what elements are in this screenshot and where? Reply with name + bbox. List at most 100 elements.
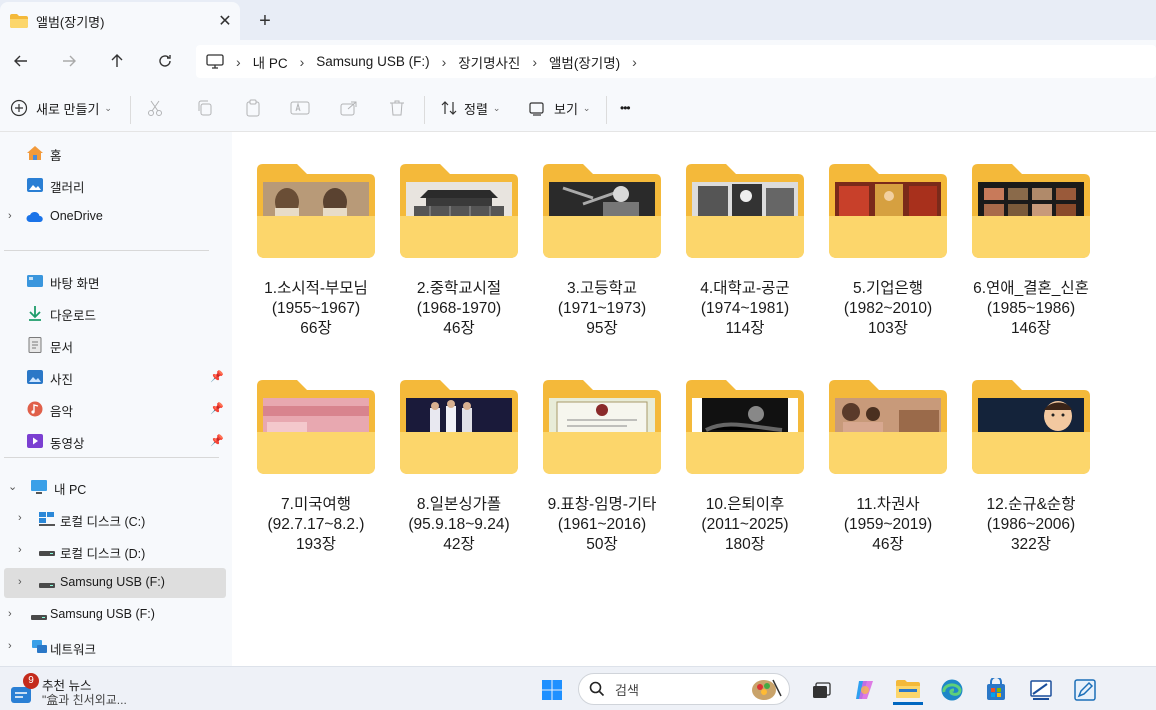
sidebar-item-pictures[interactable]: 사진 📌 xyxy=(4,362,226,392)
folder-item[interactable]: 12.순규&순항 (1986~2006) 322장 xyxy=(960,380,1102,570)
chevron-right-icon[interactable]: › xyxy=(18,512,30,526)
chevron-down-icon: ⌄ xyxy=(104,102,112,113)
paste-button[interactable] xyxy=(244,96,262,120)
folder-count: 146장 xyxy=(1010,320,1052,337)
news-widget[interactable]: 9 추천 뉴스 "盒과 친서외교... xyxy=(8,673,158,707)
video-icon xyxy=(27,434,43,448)
folder-item[interactable]: 8.일본싱가폴 (95.9.18~9.24) 42장 xyxy=(388,380,530,570)
folder-item[interactable]: 3.고등학교 (1971~1973) 95장 xyxy=(531,164,673,354)
folder-name: 3.고등학교 (1971~1973) 95장 xyxy=(531,279,673,339)
edge-button[interactable] xyxy=(937,675,967,705)
breadcrumb-this-pc[interactable]: 내 PC xyxy=(253,52,288,72)
chevron-right-icon[interactable]: › xyxy=(18,544,30,558)
cut-button[interactable] xyxy=(146,96,164,120)
chevron-right-icon[interactable]: › xyxy=(632,54,637,70)
folder-item[interactable]: 10.은퇴이후 (2011~2025) 180장 xyxy=(674,380,816,570)
back-button[interactable] xyxy=(6,48,36,74)
folder-item[interactable]: 2.중학교시절 (1968-1970) 46장 xyxy=(388,164,530,354)
drive-icon xyxy=(39,551,55,556)
chevron-right-icon[interactable]: › xyxy=(18,576,30,590)
folder-title: 4.대학교-공군 xyxy=(700,280,790,297)
tab-album[interactable]: 앨범(장기명) ✕ xyxy=(0,2,240,40)
folder-item[interactable]: 9.표창-임명-기타 (1961~2016) 50장 xyxy=(531,380,673,570)
clipboard-icon xyxy=(246,99,260,117)
chevron-right-icon[interactable]: › xyxy=(8,608,20,622)
sidebar-item-documents[interactable]: 문서 xyxy=(4,330,226,360)
sidebar-item-label: 로컬 디스크 (C:) xyxy=(60,515,146,529)
chevron-right-icon[interactable]: › xyxy=(8,640,20,654)
breadcrumb-photos[interactable]: 장기명사진 xyxy=(458,52,520,72)
task-view-button[interactable] xyxy=(806,675,836,705)
new-button[interactable]: 새로 만들기 ⌄ xyxy=(10,96,112,120)
store-button[interactable] xyxy=(981,675,1011,705)
sidebar-item-drive-f[interactable]: › Samsung USB (F:) xyxy=(4,568,226,598)
refresh-icon xyxy=(159,55,171,67)
sidebar-item-home[interactable]: 홈 xyxy=(4,138,226,168)
sidebar-item-onedrive[interactable]: › OneDrive xyxy=(4,202,226,232)
folder-name: 1.소시적-부모님 (1955~1967) 66장 xyxy=(245,279,387,339)
breadcrumb-usb[interactable]: Samsung USB (F:) xyxy=(316,54,429,69)
tab-close-button[interactable]: ✕ xyxy=(210,11,240,31)
scissors-icon xyxy=(148,100,162,116)
sidebar-item-label: 음악 xyxy=(50,405,74,419)
chevron-down-icon[interactable]: ⌄ xyxy=(8,480,20,494)
new-tab-button[interactable]: + xyxy=(252,8,278,34)
breadcrumb[interactable]: › 내 PC › Samsung USB (F:) › 장기명사진 › 앨범(장… xyxy=(196,45,1156,78)
breadcrumb-album[interactable]: 앨범(장기명) xyxy=(549,52,620,72)
edge-icon xyxy=(941,679,963,701)
task-view-icon xyxy=(813,682,831,698)
folder-item[interactable]: 1.소시적-부모님 (1955~1967) 66장 xyxy=(245,164,387,354)
share-button[interactable] xyxy=(340,96,358,120)
folder-item[interactable]: 5.기업은행 (1982~2010) 103장 xyxy=(817,164,959,354)
chevron-right-icon[interactable]: › xyxy=(8,210,20,224)
editor-app-button[interactable] xyxy=(1070,675,1100,705)
pin-icon[interactable]: 📌 xyxy=(210,434,224,448)
sidebar-item-usb-root[interactable]: › Samsung USB (F:) xyxy=(4,600,226,630)
folder-count: 114장 xyxy=(725,320,765,337)
sort-label: 정렬 xyxy=(464,101,488,117)
folder-name: 2.중학교시절 (1968-1970) 46장 xyxy=(388,279,530,339)
folder-item[interactable]: 4.대학교-공군 (1974~1981) 114장 xyxy=(674,164,816,354)
chevron-right-icon[interactable]: › xyxy=(442,54,447,70)
more-options-button[interactable]: ••• xyxy=(620,96,631,120)
pin-icon[interactable]: 📌 xyxy=(210,402,224,416)
rename-button[interactable] xyxy=(290,96,310,120)
sidebar-item-gallery[interactable]: 갤러리 xyxy=(4,170,226,200)
app-button[interactable] xyxy=(1026,675,1056,705)
forward-button[interactable] xyxy=(54,48,84,74)
up-button[interactable] xyxy=(102,48,132,74)
view-button[interactable]: 보기 ⌄ xyxy=(528,96,590,120)
file-explorer-button[interactable] xyxy=(893,675,923,705)
sidebar-item-music[interactable]: 음악 📌 xyxy=(4,394,226,424)
chevron-right-icon[interactable]: › xyxy=(300,54,305,70)
navigation-pane: 홈 갤러리 › OneDrive 바탕 화면 다운로드 문서 사진 📌 음악 📌… xyxy=(0,132,232,666)
folder-name: 6.연애_결혼_신혼 (1985~1986) 146장 xyxy=(960,279,1102,339)
taskbar-search[interactable]: 검색 xyxy=(578,673,790,705)
sidebar-item-label: 동영상 xyxy=(50,437,85,451)
folder-count: 95장 xyxy=(586,320,618,337)
folder-name: 10.은퇴이후 (2011~2025) 180장 xyxy=(674,495,816,555)
folder-item[interactable]: 11.차권사 (1959~2019) 46장 xyxy=(817,380,959,570)
sort-button[interactable]: 정렬 ⌄ xyxy=(440,96,500,120)
pin-icon[interactable]: 📌 xyxy=(210,370,224,384)
sidebar-item-label: 바탕 화면 xyxy=(50,277,100,291)
refresh-button[interactable] xyxy=(150,48,180,74)
sidebar-item-videos[interactable]: 동영상 📌 xyxy=(4,426,226,456)
search-icon xyxy=(589,681,605,697)
copy-button[interactable] xyxy=(196,96,214,120)
folder-date-range: (1986~2006) xyxy=(986,516,1076,533)
copilot-button[interactable] xyxy=(850,675,880,705)
delete-button[interactable] xyxy=(388,96,406,120)
sidebar-item-drive-c[interactable]: › 로컬 디스크 (C:) xyxy=(4,504,226,534)
chevron-right-icon[interactable]: › xyxy=(532,54,537,70)
sidebar-item-downloads[interactable]: 다운로드 xyxy=(4,298,226,328)
start-button[interactable] xyxy=(537,675,567,705)
folder-item[interactable]: 7.미국여행 (92.7.17~8.2.) 193장 xyxy=(245,380,387,570)
sidebar-item-desktop[interactable]: 바탕 화면 xyxy=(4,266,226,296)
sidebar-item-drive-d[interactable]: › 로컬 디스크 (D:) xyxy=(4,536,226,566)
folder-item[interactable]: 6.연애_결혼_신혼 (1985~1986) 146장 xyxy=(960,164,1102,354)
usb-drive-icon xyxy=(31,615,47,620)
sidebar-item-network[interactable]: › 네트워크 xyxy=(4,632,226,662)
address-bar: › 내 PC › Samsung USB (F:) › 장기명사진 › 앨범(장… xyxy=(0,40,1156,84)
sidebar-item-this-pc[interactable]: ⌄ 내 PC xyxy=(4,472,226,502)
